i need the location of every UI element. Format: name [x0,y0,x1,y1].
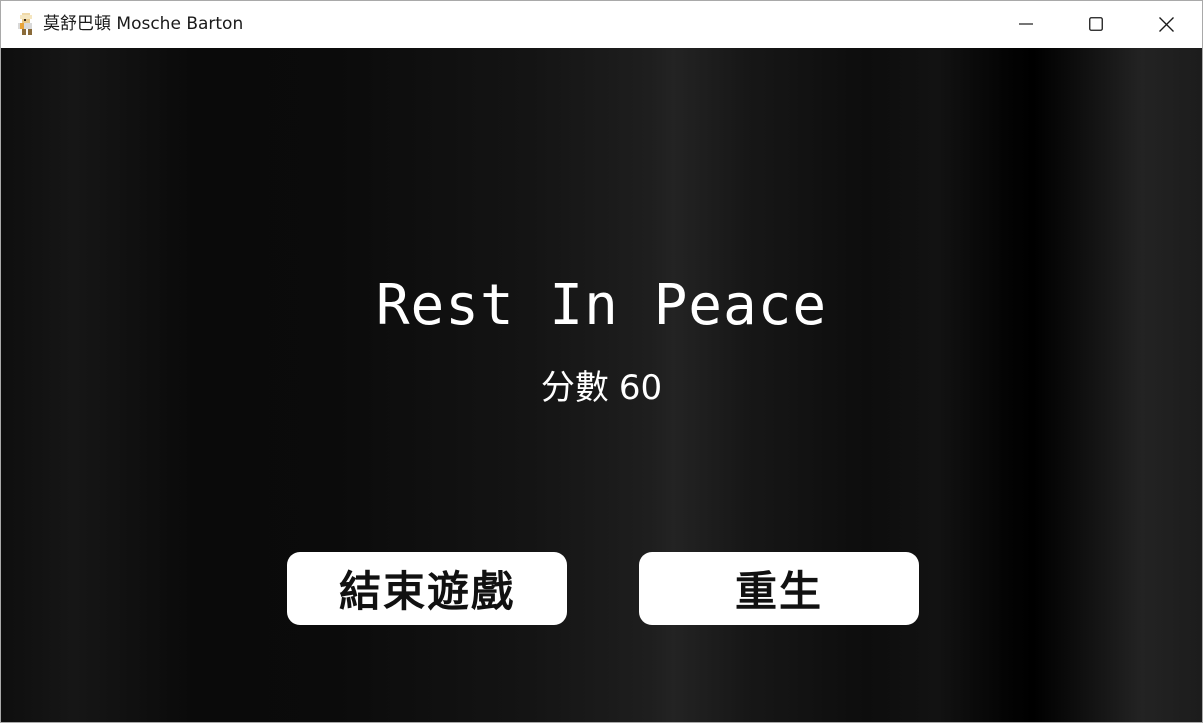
maximize-icon [1089,17,1103,31]
window-title: 莫舒巴頓 Mosche Barton [43,14,244,34]
quit-game-button[interactable]: 結束遊戲 [287,552,567,625]
respawn-button[interactable]: 重生 [639,552,919,625]
game-over-screen: Rest In Peace 分數 60 結束遊戲 重生 [1,48,1202,722]
game-over-headline: Rest In Peace [375,273,828,338]
score-label: 分數 [540,368,609,408]
score-display: 分數 60 [1,364,1202,412]
minimize-icon [1019,23,1033,25]
title-bar[interactable]: 莫舒巴頓 Mosche Barton [1,1,1202,47]
close-icon [1158,16,1174,32]
score-value: 60 [618,368,663,408]
pixel-character-icon [18,13,32,35]
maximize-button[interactable] [1061,1,1131,47]
close-button[interactable] [1131,1,1201,47]
app-window: 莫舒巴頓 Mosche Barton Rest In Peace 分數 60 結束… [0,0,1203,723]
minimize-button[interactable] [991,1,1061,47]
